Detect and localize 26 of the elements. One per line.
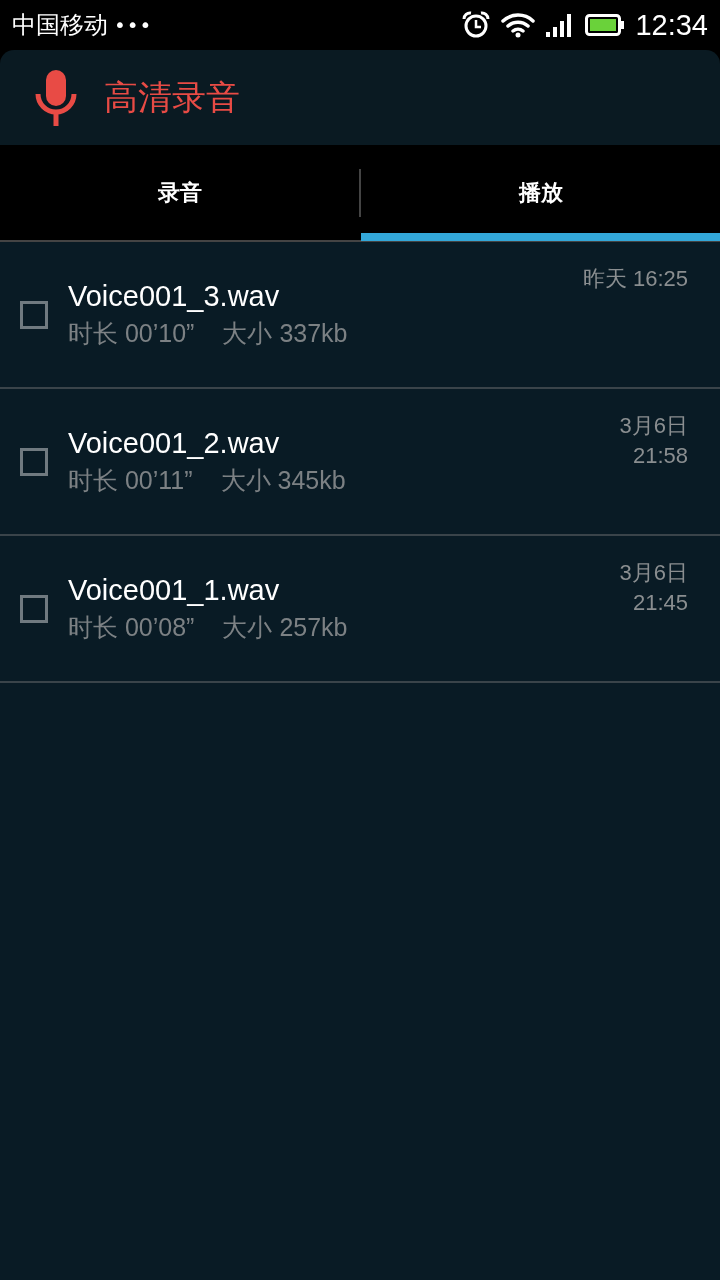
checkbox[interactable] bbox=[20, 300, 48, 329]
date-text: 3月6日 bbox=[619, 412, 688, 440]
checkbox[interactable] bbox=[20, 447, 48, 476]
size-text: 大小 345kb bbox=[220, 464, 346, 496]
carrier-name: 中国移动 bbox=[12, 10, 108, 41]
notification-dots: ••• bbox=[114, 13, 153, 37]
size-text: 大小 257kb bbox=[222, 611, 348, 643]
file-name: Voice001_3.wav bbox=[68, 279, 281, 313]
date-text: 21:58 bbox=[632, 442, 688, 470]
file-name: Voice001_2.wav bbox=[68, 426, 281, 460]
file-name: Voice001_1.wav bbox=[68, 573, 281, 607]
app-title: 高清录音 bbox=[104, 75, 240, 119]
date-text: 昨天 16:25 bbox=[582, 265, 688, 293]
tab[interactable]: 录音 bbox=[0, 146, 359, 241]
clock: 12:34 bbox=[635, 8, 708, 42]
wifi-icon bbox=[501, 12, 536, 38]
microphone-icon bbox=[34, 69, 78, 126]
date-text: 21:45 bbox=[632, 589, 688, 617]
duration-text: 时长 00’08” bbox=[68, 611, 195, 643]
date-text: 3月6日 bbox=[619, 559, 688, 587]
checkbox[interactable] bbox=[20, 594, 48, 623]
battery-icon bbox=[585, 13, 626, 37]
duration-text: 时长 00’11” bbox=[68, 464, 193, 496]
alarm-icon bbox=[461, 11, 492, 39]
size-text: 大小 337kb bbox=[222, 317, 348, 349]
duration-text: 时长 00’10” bbox=[68, 317, 195, 349]
